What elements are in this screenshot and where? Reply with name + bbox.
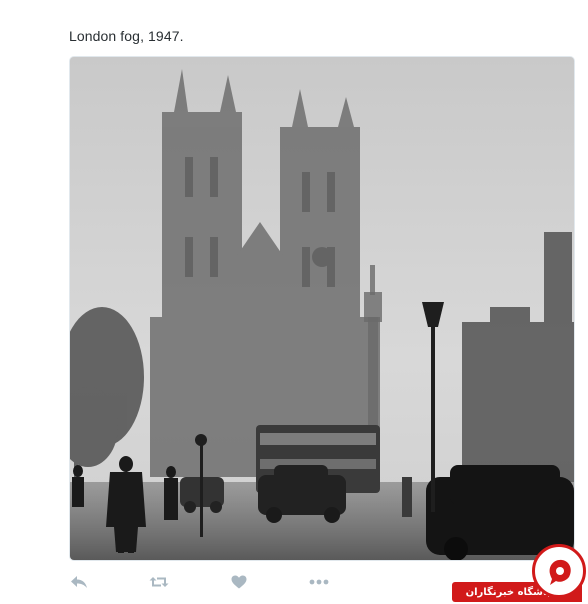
megaphone-logo-icon: [549, 559, 571, 585]
retweet-icon[interactable]: [149, 572, 169, 592]
tweet-text: London fog, 1947.: [69, 28, 184, 44]
reply-icon[interactable]: [69, 572, 89, 592]
watermark-logo: [532, 544, 586, 598]
tweet-actions: [69, 572, 329, 592]
news-agency-watermark: باشگاه خبرنگاران: [428, 536, 588, 604]
foggy-street-photo: [70, 57, 574, 560]
tweet-photo[interactable]: [69, 56, 575, 561]
more-dots-icon[interactable]: [309, 572, 329, 592]
heart-icon[interactable]: [229, 572, 249, 592]
